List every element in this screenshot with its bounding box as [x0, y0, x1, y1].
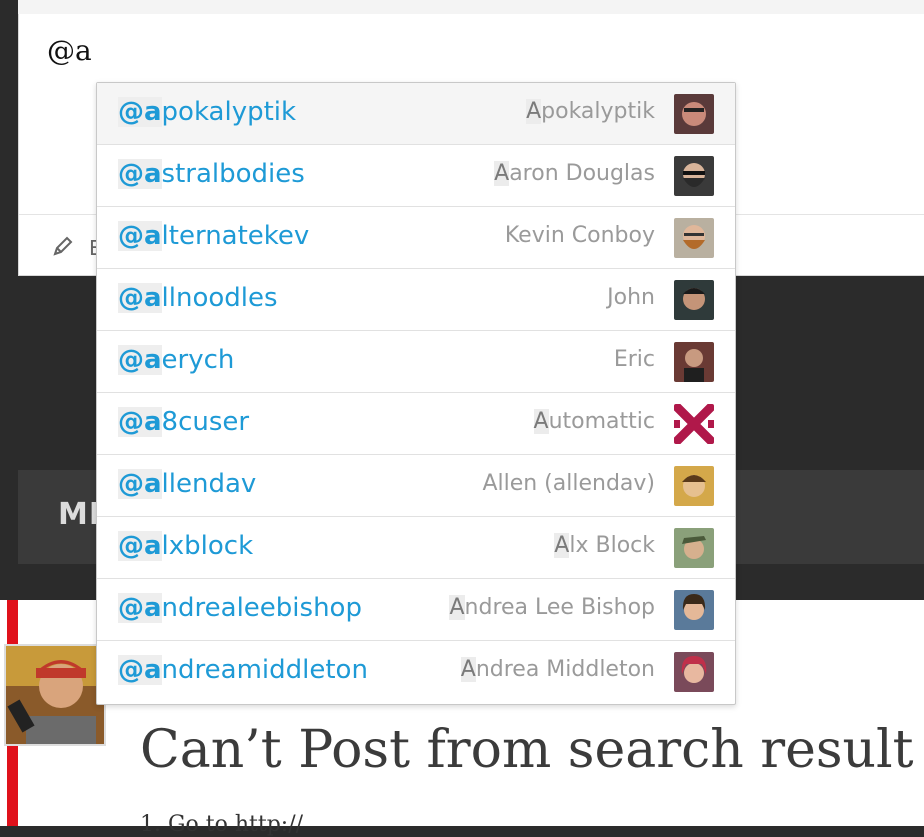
- suggestion-handle: @andrealeebishop: [118, 593, 362, 623]
- avatar: [674, 280, 714, 320]
- composer-input-text[interactable]: @a: [47, 34, 92, 67]
- suggestion-name: Alx Block: [554, 533, 655, 558]
- suggestion-handle: @allendav: [118, 469, 257, 499]
- avatar: [674, 218, 714, 258]
- suggestion-alxblock[interactable]: @alxblock Alx Block: [97, 517, 735, 579]
- suggestion-handle: @alternatekev: [118, 221, 310, 251]
- mention-suggestions: @apokalyptik Apokalyptik @astralbodies A…: [96, 82, 736, 705]
- avatar: [674, 590, 714, 630]
- suggestion-handle: @a8cuser: [118, 407, 250, 437]
- suggestion-handle: @aerych: [118, 345, 235, 375]
- suggestion-name: Apokalyptik: [526, 99, 655, 124]
- suggestion-name: Andrea Lee Bishop: [449, 595, 655, 620]
- top-strip: [18, 0, 924, 14]
- avatar: [674, 342, 714, 382]
- suggestion-name: Eric: [613, 347, 655, 372]
- suggestion-name: Kevin Conboy: [504, 223, 655, 248]
- suggestion-handle: @astralbodies: [118, 159, 305, 189]
- avatar: [674, 94, 714, 134]
- suggestion-allnoodles[interactable]: @allnoodles John: [97, 269, 735, 331]
- suggestion-apokalyptik[interactable]: @apokalyptik Apokalyptik: [97, 83, 735, 145]
- suggestion-handle: @allnoodles: [118, 283, 278, 313]
- suggestion-name: Aaron Douglas: [494, 161, 655, 186]
- avatar: [674, 156, 714, 196]
- suggestion-handle: @andreamiddleton: [118, 655, 368, 685]
- suggestion-name: Allen (allendav): [482, 471, 655, 496]
- suggestion-alternatekev[interactable]: @alternatekev Kevin Conboy: [97, 207, 735, 269]
- suggestion-name: Andrea Middleton: [460, 657, 655, 682]
- pencil-icon[interactable]: [51, 234, 75, 258]
- suggestion-handle: @apokalyptik: [118, 97, 297, 127]
- avatar: [674, 404, 714, 444]
- suggestion-andreamiddleton[interactable]: @andreamiddleton Andrea Middleton: [97, 641, 735, 703]
- avatar: [674, 528, 714, 568]
- avatar[interactable]: [4, 644, 106, 746]
- suggestion-name: Automattic: [533, 409, 655, 434]
- suggestion-handle: @alxblock: [118, 531, 254, 561]
- post-title[interactable]: Can’t Post from search result: [140, 720, 914, 780]
- post-body-snippet: 1. Go to http://: [140, 812, 304, 837]
- suggestion-allendav[interactable]: @allendav Allen (allendav): [97, 455, 735, 517]
- suggestion-andrealeebishop[interactable]: @andrealeebishop Andrea Lee Bishop: [97, 579, 735, 641]
- suggestion-astralbodies[interactable]: @astralbodies Aaron Douglas: [97, 145, 735, 207]
- avatar: [674, 466, 714, 506]
- suggestion-a8cuser[interactable]: @a8cuser Automattic: [97, 393, 735, 455]
- suggestion-aerych[interactable]: @aerych Eric: [97, 331, 735, 393]
- suggestion-name: John: [607, 285, 655, 310]
- avatar: [674, 652, 714, 692]
